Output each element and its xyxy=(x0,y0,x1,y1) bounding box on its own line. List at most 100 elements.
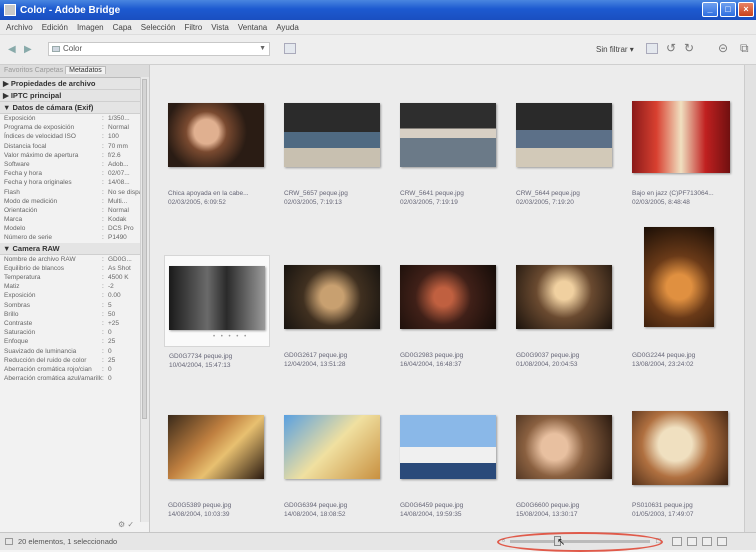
metadata-key: Número de serie xyxy=(4,234,53,242)
thumbnail-view-icon[interactable] xyxy=(672,537,682,546)
app-icon xyxy=(4,4,16,16)
panel-scrollbar[interactable] xyxy=(140,77,149,522)
thumbnail-date: 02/03/2005, 6:09:52 xyxy=(168,199,226,206)
thumbnail-image[interactable] xyxy=(400,415,496,479)
rotate-right-icon[interactable]: ↻ xyxy=(684,42,694,54)
thumbnail-item[interactable]: GD0G9037 peque.jpg 01/08/2004, 20:04:53 xyxy=(512,255,618,368)
filmstrip-view-icon[interactable] xyxy=(687,537,697,546)
thumbnail-image[interactable] xyxy=(644,227,714,327)
thumbnail-item[interactable]: • • • • • GD0G7734 peque.jpg 10/04/2004, 1… xyxy=(164,255,270,369)
tab-carpetas[interactable]: Carpetas xyxy=(35,67,63,74)
thumbnail-filename: GD0G9037 peque.jpg xyxy=(516,352,580,359)
go-up-folder-icon[interactable] xyxy=(284,43,296,54)
folder-icon xyxy=(52,46,60,52)
thumbnail-image[interactable] xyxy=(632,411,728,485)
thumbnail-item[interactable]: PS010631 peque.jpg 01/05/2003, 17:49:07 xyxy=(628,405,734,518)
thumbnail-image[interactable] xyxy=(400,103,496,167)
menu-filtro[interactable]: Filtro xyxy=(184,23,202,32)
details-view-icon[interactable] xyxy=(702,537,712,546)
metadata-row: Contraste: +25 xyxy=(0,319,149,328)
folder-path-field[interactable]: Color ▼ xyxy=(48,42,270,56)
metadata-section-header[interactable]: ▶ IPTC principal xyxy=(0,90,149,102)
thumbnail-item[interactable]: CRW_5657 peque.jpg 02/03/2005, 7:19:13 xyxy=(280,93,386,206)
metadata-row: Exposición:0.00 xyxy=(0,291,149,300)
thumbnail-filename: GD0G6459 peque.jpg xyxy=(400,502,464,509)
thumbnail-item[interactable]: Bajo en jazz (C)PF713064... 02/03/2005, 8… xyxy=(628,93,734,206)
thumbnail-item[interactable]: Chica apoyada en la cabe... 02/03/2005, 6… xyxy=(164,93,270,206)
metadata-section-header[interactable]: ▼ Camera RAW xyxy=(0,242,149,255)
thumbnail-date: 02/03/2005, 7:19:19 xyxy=(400,199,458,206)
thumbnail-image[interactable] xyxy=(169,266,265,330)
metadata-row: Modo de medición: Multi... xyxy=(0,197,149,206)
thumbnail-filename: GD0G5389 peque.jpg xyxy=(168,502,232,509)
filter-dropdown[interactable]: Sin filtrar ▾ xyxy=(596,45,634,54)
thumbnail-item[interactable]: GD0G2244 peque.jpg 13/08/2004, 23:24:02 xyxy=(628,227,734,368)
metadata-section-header[interactable]: ▶ Propiedades de archivo xyxy=(0,78,149,90)
thumbnail-item[interactable]: GD0G2617 peque.jpg 12/04/2004, 13:51:28 xyxy=(280,255,386,368)
thumbnail-item[interactable]: GD0G5389 peque.jpg 14/08/2004, 10:03:39 xyxy=(164,405,270,518)
close-button[interactable]: × xyxy=(738,2,754,17)
metadata-key: Enfoque xyxy=(4,338,29,346)
metadata-row: Modelo: DCS Pro xyxy=(0,224,149,233)
zoom-small-icon[interactable]: ▫ xyxy=(502,536,505,545)
rating-stars[interactable]: • • • • • xyxy=(213,334,248,340)
back-arrow-icon[interactable]: ◀ xyxy=(8,45,18,55)
thumbnail-image[interactable] xyxy=(284,103,380,167)
thumbnail-image[interactable] xyxy=(168,103,264,167)
thumbnail-image[interactable] xyxy=(632,101,730,173)
thumbnail-image[interactable] xyxy=(168,415,264,479)
menu-vista[interactable]: Vista xyxy=(211,23,229,32)
metadata-key: Temperatura xyxy=(4,274,41,281)
thumbnail-size-slider[interactable] xyxy=(510,536,650,546)
metadata-row: Aberración cromática rojo/cian:0 xyxy=(0,365,149,374)
maximize-button[interactable]: □ xyxy=(720,2,736,17)
thumbnail-item[interactable]: GD0G6394 peque.jpg 14/08/2004, 18:08:52 xyxy=(280,405,386,518)
metadata-key: Equilibrio de blancos xyxy=(4,264,64,272)
thumbnail-item[interactable]: GD0G6600 peque.jpg 15/08/2004, 13:30:17 xyxy=(512,405,618,518)
metadata-panel: Favoritos Carpetas Metadatos ▶ Propiedad… xyxy=(0,65,150,532)
minimize-button[interactable]: _ xyxy=(702,2,718,17)
panel-settings-icon[interactable]: ⚙ ✓ xyxy=(118,520,134,529)
path-dropdown-icon[interactable]: ▼ xyxy=(259,43,266,55)
forward-arrow-icon[interactable]: ▶ xyxy=(24,45,34,55)
compact-mode-icon[interactable]: ⧉ xyxy=(740,42,749,54)
panel-scrollbar-thumb[interactable] xyxy=(142,79,147,419)
metadata-row: Valor máximo de apertura: f/2.6 xyxy=(0,151,149,160)
rotate-left-icon[interactable]: ↺ xyxy=(666,42,676,54)
metadata-section-header[interactable]: ▼ Datos de cámara (Exif) xyxy=(0,102,149,114)
view-buttons xyxy=(672,537,727,546)
thumbnail-item[interactable]: GD0G6459 peque.jpg 14/08/2004, 19:59:35 xyxy=(396,405,502,518)
versions-view-icon[interactable] xyxy=(717,537,727,546)
thumbnail-image[interactable] xyxy=(400,265,496,329)
tab-favoritos[interactable]: Favoritos xyxy=(4,67,33,74)
metadata-row: Enfoque:25 xyxy=(0,337,149,346)
content-scrollbar[interactable] xyxy=(744,65,756,532)
menu-seleccion[interactable]: Selección xyxy=(141,23,176,32)
thumbnail-image[interactable] xyxy=(516,265,612,329)
metadata-key: Modo de medición xyxy=(4,197,58,205)
metadata-row: Sombras:5 xyxy=(0,301,149,310)
metadata-row: Orientación: Normal xyxy=(0,206,149,215)
thumbnail-image[interactable] xyxy=(516,415,612,479)
delete-icon[interactable]: ⊝ xyxy=(718,42,728,54)
menu-imagen[interactable]: Imagen xyxy=(77,23,104,32)
thumbnail-date: 02/03/2005, 7:19:20 xyxy=(516,199,574,206)
thumbnail-date: 16/04/2004, 16:48:37 xyxy=(400,361,462,368)
thumbnail-image[interactable] xyxy=(284,265,380,329)
thumbnail-image[interactable] xyxy=(516,103,612,167)
thumbnail-item[interactable]: CRW_5641 peque.jpg 02/03/2005, 7:19:19 xyxy=(396,93,502,206)
menu-capa[interactable]: Capa xyxy=(113,23,132,32)
menu-archivo[interactable]: Archivo xyxy=(6,23,33,32)
tab-metadatos[interactable]: Metadatos xyxy=(65,66,106,74)
menu-edicion[interactable]: Edición xyxy=(42,23,68,32)
menu-ayuda[interactable]: Ayuda xyxy=(276,23,299,32)
thumbnail-image[interactable] xyxy=(284,415,380,479)
thumbnail-item[interactable]: GD0G2983 peque.jpg 16/04/2004, 16:48:37 xyxy=(396,255,502,368)
thumbnail-item[interactable]: CRW_5644 peque.jpg 02/03/2005, 7:19:20 xyxy=(512,93,618,206)
thumbnail-date: 12/04/2004, 13:51:28 xyxy=(284,361,346,368)
metadata-row: Brillo:50 xyxy=(0,310,149,319)
new-folder-icon[interactable] xyxy=(646,43,658,54)
menu-ventana[interactable]: Ventana xyxy=(238,23,267,32)
metadata-key: Saturación xyxy=(4,329,36,337)
zoom-large-icon[interactable]: □ xyxy=(656,536,661,545)
